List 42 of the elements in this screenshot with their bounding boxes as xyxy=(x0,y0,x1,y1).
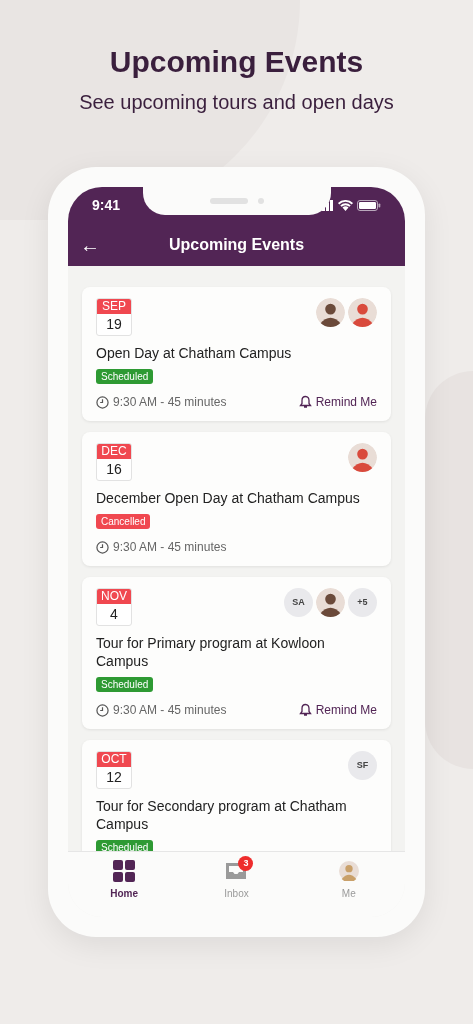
status-time: 9:41 xyxy=(92,195,121,215)
event-time: 9:30 AM - 45 minutes xyxy=(113,702,227,719)
event-title: December Open Day at Chatham Campus xyxy=(96,489,361,507)
remind-me-button[interactable]: Remind Me xyxy=(298,393,377,411)
event-title: Tour for Primary program at Kowloon Campus xyxy=(96,634,326,670)
initials-avatar: SF xyxy=(348,751,377,780)
calendar-date-icon: SEP 19 xyxy=(96,298,132,336)
status-tag: Cancelled xyxy=(96,514,151,529)
event-title: Tour for Secondary program at Chatham Campus xyxy=(96,797,348,833)
bell-icon xyxy=(298,703,312,717)
event-title: Open Day at Chatham Campus xyxy=(96,344,293,362)
event-time: 9:30 AM - 45 minutes xyxy=(113,539,227,556)
page-title: Upcoming Events xyxy=(109,44,364,80)
event-card[interactable]: SEP 19 Open Day at Chatham Campus Scheduled 9:30 AM - 45 minutes Remind Me xyxy=(82,287,391,421)
battery-icon xyxy=(357,199,381,211)
status-tag: Scheduled xyxy=(96,369,154,384)
camera-dot xyxy=(257,198,264,204)
screen-title: Upcoming Events xyxy=(168,234,305,255)
clock-icon xyxy=(96,540,109,554)
page-subtitle: See upcoming tours and open days xyxy=(79,90,394,115)
speaker-grille xyxy=(209,198,248,204)
calendar-date-icon: OCT 12 xyxy=(96,751,132,789)
event-card[interactable]: NOV 4 SA +5 Tour for Primary program at Kowloon Campus Scheduled 9:30 AM - 45 minutes Remind Me xyxy=(82,577,391,729)
notification-badge: 3 xyxy=(238,856,254,871)
clock-icon xyxy=(96,395,109,409)
profile-avatar xyxy=(338,861,359,881)
event-card[interactable]: OCT 12 SF Tour for Secondary program at Chatham Campus Scheduled xyxy=(82,740,391,851)
back-button[interactable]: ← xyxy=(80,234,100,255)
clock-icon xyxy=(96,703,109,717)
remind-me-button[interactable]: Remind Me xyxy=(298,701,377,719)
event-time: 9:30 AM - 45 minutes xyxy=(113,394,227,411)
more-attendees-count: +5 xyxy=(348,588,377,617)
tab-item[interactable]: Home xyxy=(79,858,170,917)
wifi-icon xyxy=(338,199,353,211)
status-tag: Scheduled xyxy=(96,677,154,692)
initials-avatar: SA xyxy=(284,588,313,617)
bell-icon xyxy=(298,395,312,409)
calendar-date-icon: DEC 16 xyxy=(96,443,132,481)
calendar-date-icon: NOV 4 xyxy=(96,588,132,626)
tab-item[interactable]: 3 Inbox xyxy=(191,858,282,917)
grid-icon xyxy=(113,860,136,882)
event-card[interactable]: DEC 16 December Open Day at Chatham Campus Cancelled 9:30 AM - 45 minutes xyxy=(82,432,391,566)
